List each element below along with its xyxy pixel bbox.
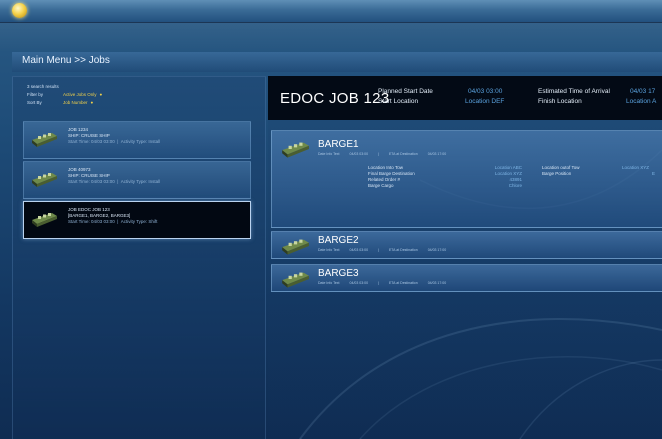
barge-meta: Date Info Text 04/03 03:00 | ETA at Destina… <box>318 152 456 156</box>
barge-meta: Date Info Text 04/03 03:00 | ETA at Destina… <box>318 248 456 252</box>
eta-value: 04/03 17 <box>630 88 656 95</box>
job-detail-title: EDOC JOB 123 <box>280 90 390 107</box>
barge-meta-eta-value: 04/03 17:00 <box>427 281 447 285</box>
barge-name: BARGE3 <box>318 268 359 279</box>
barge-meta-eta-value: 04/03 17:00 <box>427 248 447 252</box>
barge-icon <box>32 173 57 187</box>
app-orb-icon[interactable] <box>12 3 27 18</box>
filter-label: Filter by <box>27 92 44 97</box>
barge-card[interactable]: BARGE3 Date Info Text 04/03 03:00 | ETA at … <box>271 264 662 292</box>
job-detail-panel: EDOC JOB 123 Planned Start Date 04/03 03… <box>268 76 662 438</box>
barge-meta-time: 04/03 03:00 <box>349 248 369 252</box>
job-activity: Activity Type: Install <box>120 139 161 144</box>
title-bar <box>0 0 662 23</box>
breadcrumb-bar: Main Menu >> Jobs <box>12 52 662 72</box>
sort-dropdown-icon[interactable]: ● <box>91 99 94 107</box>
job-card[interactable]: JOB 1234 SHIP: CRUISE SHIP Start Time: 0… <box>23 121 251 159</box>
sort-value[interactable]: Job Number <box>63 99 88 107</box>
job-activity: Activity Type: Shift <box>120 219 158 224</box>
gloss-band <box>0 22 662 52</box>
barge-icon <box>282 239 309 255</box>
planned-start-label: Planned Start Date <box>378 88 433 95</box>
planned-start-value: 04/03 03:00 <box>468 88 503 95</box>
finish-location-label: Finish Location <box>538 98 582 105</box>
job-start: Start Time: 04/03 03:00 <box>68 219 115 224</box>
sort-label: Sort By <box>27 100 42 105</box>
meta-divider: | <box>378 248 379 252</box>
barge-details-left-values: Location ABC Location XYZ 43891 Chlore <box>482 165 522 189</box>
barge-meta-date: Date Info Text <box>318 152 340 156</box>
meta-divider: | <box>378 281 379 285</box>
barge-icon <box>282 272 309 288</box>
barge-name: BARGE1 <box>318 139 359 150</box>
job-card-selected[interactable]: JOB EDOC JOB 123 [BARGE1, BARGE2, BARGE3… <box>23 201 251 239</box>
detail-value: E <box>652 171 656 176</box>
barge-meta-eta: ETA at Destination <box>388 248 418 252</box>
job-meta: Start Time: 04/03 03:00 | Activity Type:… <box>68 179 161 184</box>
barge-name: BARGE2 <box>318 235 359 246</box>
job-list-panel: 3 search results Filter by Active Jobs O… <box>12 76 266 439</box>
barge-meta-eta: ETA at Destination <box>388 281 418 285</box>
barge-meta-date: Date Info Text <box>318 248 340 252</box>
job-meta: Start Time: 04/03 03:00 | Activity Type:… <box>68 219 158 224</box>
barge-details-right-values: Location XYZ E <box>622 165 655 177</box>
barge-card-expanded[interactable]: BARGE1 Date Info Text 04/03 03:00 | ETA at … <box>271 130 662 228</box>
barge-icon <box>32 133 57 147</box>
meta-divider: | <box>378 152 379 156</box>
barge-details-right: Location outof Tow Barge Position <box>542 165 579 177</box>
barge-meta-eta-value: 04/03 17:00 <box>427 152 447 156</box>
barge-meta: Date Info Text 04/03 03:00 | ETA at Destina… <box>318 281 456 285</box>
sort-row[interactable]: Sort By Job Number ● <box>27 99 102 107</box>
detail-value: Chlore <box>508 183 522 188</box>
detail-label: Barge Cargo <box>368 183 394 188</box>
start-location-value: Location DEF <box>465 98 505 105</box>
start-location-label: Start Location <box>378 98 419 105</box>
filter-dropdown-icon[interactable]: ● <box>100 91 103 99</box>
breadcrumb[interactable]: Main Menu >> Jobs <box>22 55 110 66</box>
search-summary: 3 search results Filter by Active Jobs O… <box>27 83 102 107</box>
app-window: Main Menu >> Jobs 3 search results Filte… <box>0 0 662 439</box>
search-results-count: 3 search results <box>27 84 59 89</box>
filter-value[interactable]: Active Jobs Only <box>63 91 97 99</box>
job-detail-header: EDOC JOB 123 Planned Start Date 04/03 03… <box>268 76 662 120</box>
eta-label: Estimated Time of Arrival <box>538 88 610 95</box>
filter-row[interactable]: Filter by Active Jobs Only ● <box>27 91 102 99</box>
job-card-text: JOB EDOC JOB 123 [BARGE1, BARGE2, BARGE3… <box>68 207 157 225</box>
barge-meta-eta: ETA at Destination <box>388 152 418 156</box>
barge-meta-time: 04/03 03:00 <box>349 152 369 156</box>
job-card-text: JOB 40973 SHIP: CRUISE SHIP Start Time: … <box>68 167 160 185</box>
detail-label: Barge Position <box>542 171 572 176</box>
barge-meta-date: Date Info Text <box>318 281 340 285</box>
barge-icon <box>32 213 57 227</box>
job-start: Start Time: 04/03 03:00 <box>68 179 115 184</box>
job-card-text: JOB 1234 SHIP: CRUISE SHIP Start Time: 0… <box>68 127 160 145</box>
job-meta: Start Time: 04/03 03:00 | Activity Type:… <box>68 139 161 144</box>
barge-meta-time: 04/03 03:00 <box>349 281 369 285</box>
barge-card[interactable]: BARGE2 Date Info Text 04/03 03:00 | ETA at … <box>271 231 662 259</box>
job-card[interactable]: JOB 40973 SHIP: CRUISE SHIP Start Time: … <box>23 161 251 199</box>
barge-icon <box>282 142 309 158</box>
job-start: Start Time: 04/03 03:00 <box>68 139 115 144</box>
barge-details-left: Location Into Tow Final Barge Destinatio… <box>368 165 415 189</box>
job-activity: Activity Type: Install <box>120 179 161 184</box>
finish-location-value: Location A <box>626 98 657 105</box>
